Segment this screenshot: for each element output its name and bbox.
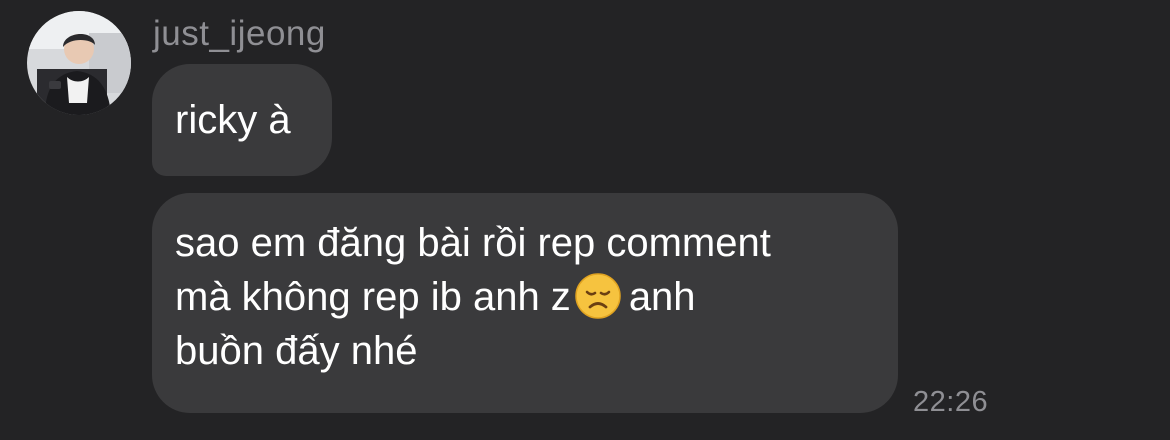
- message-text: sao em đăng bài rồi rep comment: [175, 221, 771, 265]
- message-timestamp: 22:26: [913, 386, 989, 418]
- message-bubble[interactable]: sao em đăng bài rồi rep comment mà không…: [152, 193, 898, 413]
- message-text-line: mà không rep ib anh z anh: [175, 270, 875, 324]
- message-text: anh: [628, 275, 696, 319]
- disappointed-face-emoji-icon: [575, 273, 621, 319]
- profile-photo: [27, 11, 131, 115]
- message-text: buồn đấy nhé: [175, 329, 418, 373]
- avatar[interactable]: [27, 11, 131, 115]
- sender-username[interactable]: just_ijeong: [153, 14, 326, 54]
- message-text: ricky à: [175, 98, 291, 142]
- message-text: mà không rep ib anh z: [175, 275, 571, 319]
- message-bubble[interactable]: ricky à: [152, 64, 332, 176]
